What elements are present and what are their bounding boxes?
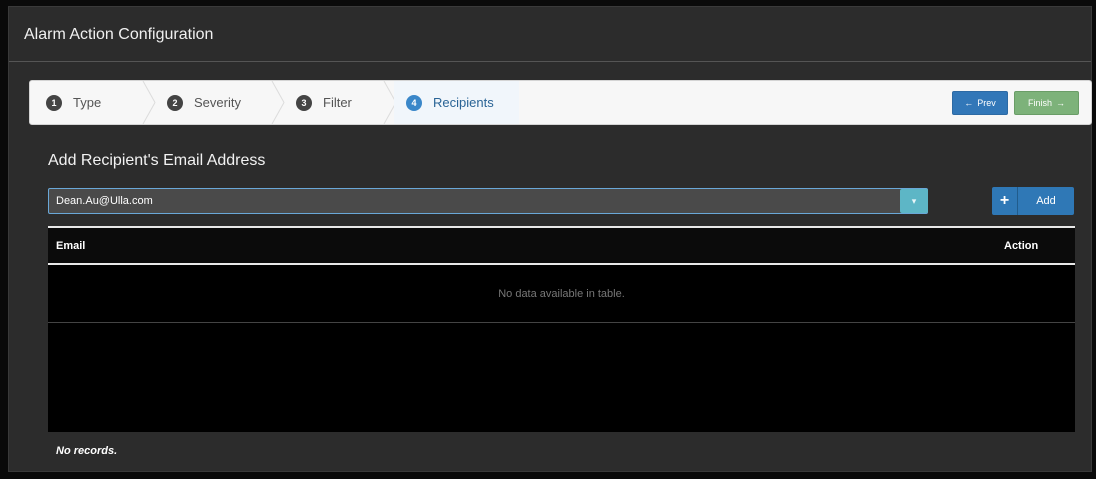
wizard-step-severity[interactable]: 2 Severity [167, 81, 282, 124]
step-number-badge: 4 [406, 94, 422, 111]
recipients-table: Email Action No data available in table. [48, 226, 1075, 432]
empty-table-message: No data available in table. [498, 288, 625, 300]
step-number-badge: 2 [167, 94, 183, 111]
finish-button[interactable]: Finish → [1014, 91, 1079, 115]
step-number-badge: 1 [46, 94, 62, 111]
step-chevron-icon [141, 81, 157, 124]
alarm-action-modal: Alarm Action Configuration 1 Type 2 Seve… [8, 6, 1092, 472]
dropdown-toggle[interactable]: ▾ [900, 189, 928, 213]
selected-email: Dean.Au@Ulla.com [56, 195, 153, 207]
modal-title: Alarm Action Configuration [24, 26, 214, 43]
add-recipient-button[interactable]: + Add [992, 187, 1074, 215]
wizard-step-filter[interactable]: 3 Filter [296, 81, 391, 124]
finish-label: Finish [1027, 98, 1052, 108]
step-label: Filter [323, 95, 352, 110]
table-empty-row: No data available in table. [48, 265, 1075, 323]
chevron-down-icon: ▾ [911, 196, 917, 206]
table-header: Email Action [48, 226, 1075, 265]
prev-button[interactable]: ← Prev [952, 91, 1008, 115]
records-count: No records. [56, 445, 118, 457]
section-title: Add Recipient's Email Address [48, 152, 266, 169]
arrow-right-icon: → [1056, 98, 1065, 108]
column-header-email[interactable]: Email [56, 240, 85, 252]
wizard-steps: 1 Type 2 Severity 3 Filter 4 Recipients … [29, 80, 1092, 125]
step-number-badge: 3 [296, 94, 312, 111]
column-header-action: Action [1004, 240, 1039, 252]
wizard-step-recipients[interactable]: 4 Recipients [394, 81, 519, 124]
step-chevron-icon [270, 81, 286, 124]
modal-header: Alarm Action Configuration [9, 7, 1091, 62]
prev-label: Prev [977, 98, 996, 108]
step-label: Severity [194, 95, 241, 110]
step-label: Type [73, 95, 102, 110]
add-label: Add [1036, 195, 1056, 207]
wizard-step-type[interactable]: 1 Type [46, 81, 141, 124]
step-label: Recipients [433, 95, 494, 110]
arrow-left-icon: ← [964, 98, 974, 108]
email-select[interactable]: Dean.Au@Ulla.com [48, 188, 928, 214]
plus-icon: + [992, 187, 1018, 215]
